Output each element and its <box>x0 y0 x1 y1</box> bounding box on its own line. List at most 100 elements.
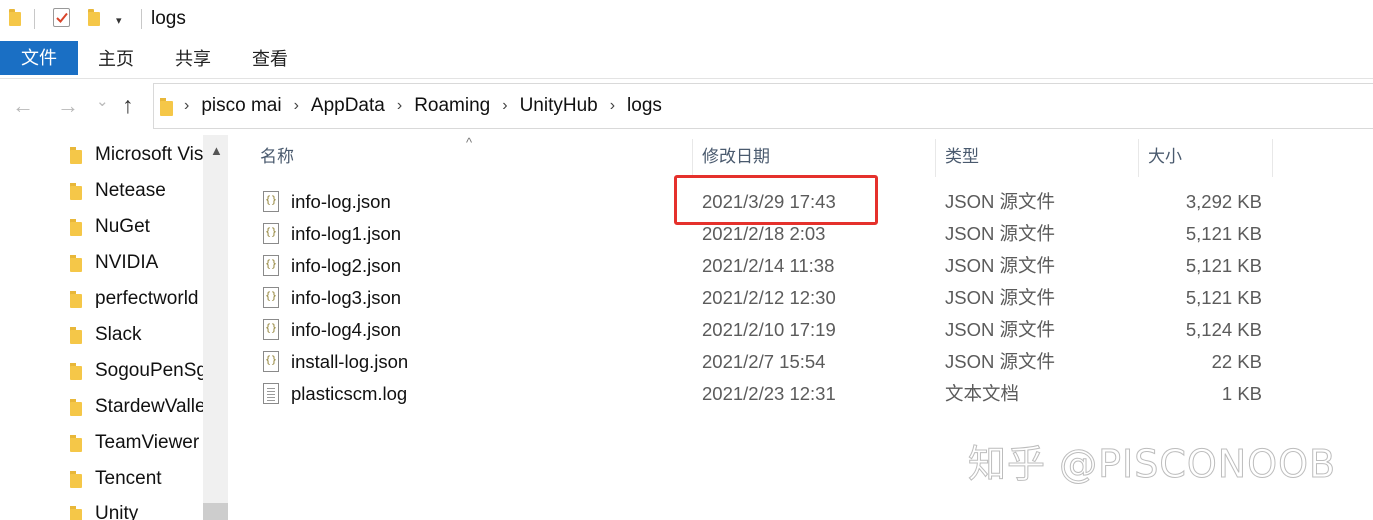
file-row-info-log2[interactable]: {} info-log2.json 2021/2/14 11:38 JSON 源… <box>255 250 1265 282</box>
sidebar-item-nuget[interactable]: NuGet <box>70 212 150 242</box>
column-header-name[interactable]: 名称 <box>260 135 294 177</box>
folder-icon <box>70 254 82 272</box>
file-size: 22 KB <box>1211 351 1262 372</box>
json-file-icon: {} <box>263 351 279 372</box>
breadcrumb-item[interactable]: pisco mai <box>201 95 281 117</box>
sidebar-item-nvidia[interactable]: NVIDIA <box>70 248 158 278</box>
file-type: JSON 源文件 <box>945 255 1055 276</box>
title-bar: ▾ logs <box>0 0 1373 40</box>
scrollbar-thumb[interactable] <box>203 503 228 520</box>
watermark: 知乎 @PISCONOOB <box>967 442 1337 487</box>
properties-icon[interactable] <box>53 8 70 27</box>
json-file-icon: {} <box>263 191 279 212</box>
recent-locations-icon[interactable]: ⌄ <box>96 90 109 114</box>
breadcrumb-item[interactable]: Roaming <box>414 95 490 117</box>
ribbon-tabs: 文件 主页 共享 查看 <box>0 40 1373 79</box>
navigation-pane: Microsoft Visual Studio Netease NuGet NV… <box>0 135 228 520</box>
sidebar-scrollbar[interactable]: ▲ <box>203 135 228 520</box>
file-name[interactable]: info-log4.json <box>291 314 401 346</box>
sidebar-item-label: NVIDIA <box>95 252 159 273</box>
folder-icon <box>70 362 82 380</box>
forward-arrow-icon[interactable]: → <box>57 94 79 118</box>
folder-icon <box>70 218 82 236</box>
json-file-icon: {} <box>263 319 279 340</box>
folder-icon <box>9 9 21 26</box>
chevron-right-icon[interactable]: › <box>294 97 299 115</box>
file-row-plasticscm-log[interactable]: plasticscm.log 2021/2/23 12:31 文本文档 1 KB <box>255 378 1265 410</box>
file-row-install-log[interactable]: {} install-log.json 2021/2/7 15:54 JSON … <box>255 346 1265 378</box>
folder-icon <box>70 146 82 164</box>
tab-share[interactable]: 共享 <box>175 41 211 75</box>
json-file-icon: {} <box>263 255 279 276</box>
folder-icon <box>70 290 82 308</box>
file-name[interactable]: info-log3.json <box>291 282 401 314</box>
folder-icon <box>70 326 82 344</box>
chevron-right-icon[interactable]: › <box>184 97 189 115</box>
tab-view[interactable]: 查看 <box>252 41 288 75</box>
folder-icon <box>70 398 82 416</box>
sidebar-item-label: SogouPenSg <box>95 360 203 381</box>
tab-home[interactable]: 主页 <box>98 41 134 75</box>
column-divider[interactable] <box>935 139 936 177</box>
sidebar-item-tencent[interactable]: Tencent <box>70 464 162 494</box>
chevron-right-icon[interactable]: › <box>610 97 615 115</box>
sidebar-item-teamviewer[interactable]: TeamViewer <box>70 428 199 458</box>
file-name[interactable]: info-log1.json <box>291 218 401 250</box>
breadcrumb-item[interactable]: UnityHub <box>520 95 598 117</box>
sidebar-item-label: Netease <box>95 180 166 201</box>
folder-icon <box>70 434 82 452</box>
file-name[interactable]: install-log.json <box>291 346 408 378</box>
customize-quick-access-icon[interactable]: ▾ <box>116 15 122 27</box>
sidebar-item-label: StardewValley <box>95 396 203 417</box>
sidebar-item-perfectworld[interactable]: perfectworld <box>70 284 199 314</box>
file-date: 2021/2/10 17:19 <box>702 319 836 340</box>
column-header-size[interactable]: 大小 <box>1148 135 1182 177</box>
sidebar-item-microsoft-visual-studio[interactable]: Microsoft Visual Studio <box>70 140 203 170</box>
tab-file[interactable]: 文件 <box>0 41 78 75</box>
scroll-up-icon[interactable]: ▲ <box>210 143 223 158</box>
new-folder-icon[interactable] <box>88 9 100 26</box>
sidebar-item-label: Microsoft Visual Studio <box>95 144 203 165</box>
file-size: 5,121 KB <box>1185 287 1262 308</box>
address-bar[interactable]: › pisco mai › AppData › Roaming › UnityH… <box>153 83 1373 129</box>
file-row-info-log3[interactable]: {} info-log3.json 2021/2/12 12:30 JSON 源… <box>255 282 1265 314</box>
folder-icon <box>160 98 173 116</box>
chevron-right-icon[interactable]: › <box>397 97 402 115</box>
sidebar-item-label: TeamViewer <box>95 432 200 453</box>
column-header-date[interactable]: 修改日期 <box>702 135 770 177</box>
chevron-right-icon[interactable]: › <box>502 97 507 115</box>
column-divider[interactable] <box>692 139 693 177</box>
file-name[interactable]: info-log.json <box>291 186 391 218</box>
file-date: 2021/2/14 11:38 <box>702 255 835 276</box>
file-type: 文本文档 <box>945 383 1020 404</box>
file-name[interactable]: plasticscm.log <box>291 378 407 410</box>
folder-icon <box>70 182 82 200</box>
file-row-info-log4[interactable]: {} info-log4.json 2021/2/10 17:19 JSON 源… <box>255 314 1265 346</box>
column-divider[interactable] <box>1138 139 1139 177</box>
sidebar-item-label: NuGet <box>95 216 150 237</box>
json-file-icon: {} <box>263 223 279 244</box>
sidebar-item-label: Unity <box>95 503 139 520</box>
column-divider[interactable] <box>1272 139 1273 177</box>
file-name[interactable]: info-log2.json <box>291 250 401 282</box>
back-arrow-icon[interactable]: ← <box>12 94 34 118</box>
breadcrumb-item[interactable]: AppData <box>311 95 385 117</box>
sidebar-item-stardewvalley[interactable]: StardewValley <box>70 392 203 422</box>
json-file-icon: {} <box>263 287 279 308</box>
sidebar-item-label: Tencent <box>95 468 162 489</box>
text-file-icon <box>263 383 279 404</box>
file-size: 5,124 KB <box>1185 319 1262 340</box>
file-size: 5,121 KB <box>1185 223 1262 244</box>
sidebar-item-slack[interactable]: Slack <box>70 320 141 350</box>
file-size: 5,121 KB <box>1185 255 1262 276</box>
sidebar-item-unity[interactable]: Unity <box>70 499 138 520</box>
sidebar-item-sogoupensg[interactable]: SogouPenSg <box>70 356 203 386</box>
file-date: 2021/2/12 12:30 <box>702 287 836 308</box>
window-title: logs <box>151 8 186 29</box>
sidebar-item-netease[interactable]: Netease <box>70 176 166 206</box>
toolbar-divider <box>34 9 35 29</box>
file-size: 1 KB <box>1221 383 1262 404</box>
breadcrumb-item[interactable]: logs <box>627 95 662 117</box>
up-arrow-icon[interactable]: ↑ <box>122 92 134 118</box>
column-header-type[interactable]: 类型 <box>945 135 979 177</box>
